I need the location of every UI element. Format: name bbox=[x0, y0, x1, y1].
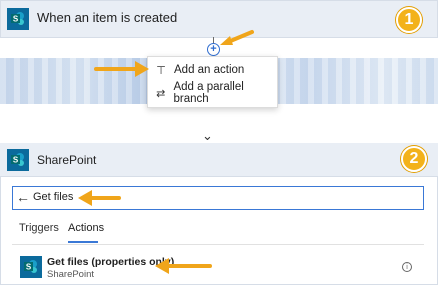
menu-item-label: Add a parallel branch bbox=[173, 81, 244, 105]
active-tab-indicator bbox=[68, 241, 98, 243]
callout-arrow-add-action bbox=[94, 61, 149, 77]
flow-down-arrow-icon: ⌄ bbox=[202, 128, 213, 143]
step-badge-2: 2 bbox=[401, 146, 427, 172]
info-icon[interactable]: i bbox=[402, 262, 412, 272]
sharepoint-icon: S bbox=[20, 256, 42, 278]
tab-divider bbox=[12, 244, 424, 245]
parallel-branch-icon: ⇄ bbox=[156, 87, 166, 100]
svg-text:S: S bbox=[26, 263, 32, 272]
callout-arrow-search bbox=[78, 190, 121, 206]
svg-text:S: S bbox=[13, 156, 19, 165]
tab-triggers[interactable]: Triggers bbox=[19, 222, 59, 234]
menu-item-add-parallel-branch[interactable]: ⇄ Add a parallel branch bbox=[154, 81, 278, 105]
add-action-icon: ⊤ bbox=[156, 64, 166, 77]
add-step-menu: ⊤ Add an action ⇄ Add a parallel branch bbox=[147, 56, 278, 108]
connector-search-input[interactable] bbox=[12, 186, 424, 210]
sharepoint-icon: S bbox=[7, 8, 29, 30]
trigger-title: When an item is created bbox=[37, 10, 178, 25]
tab-actions[interactable]: Actions bbox=[68, 222, 104, 234]
search-value: Get files bbox=[33, 191, 74, 203]
back-arrow-icon[interactable]: ← bbox=[16, 189, 30, 205]
sharepoint-card-title: SharePoint bbox=[37, 153, 97, 167]
svg-text:S: S bbox=[13, 15, 19, 24]
menu-item-add-action[interactable]: ⊤ Add an action bbox=[154, 60, 278, 80]
plus-icon: + bbox=[210, 43, 217, 55]
callout-arrow-plus bbox=[220, 30, 254, 45]
menu-item-label: Add an action bbox=[174, 64, 245, 76]
callout-arrow-result bbox=[155, 258, 212, 274]
result-subtitle: SharePoint bbox=[47, 269, 95, 280]
step-badge-1: 1 bbox=[396, 7, 422, 33]
sharepoint-icon: S bbox=[7, 149, 29, 171]
